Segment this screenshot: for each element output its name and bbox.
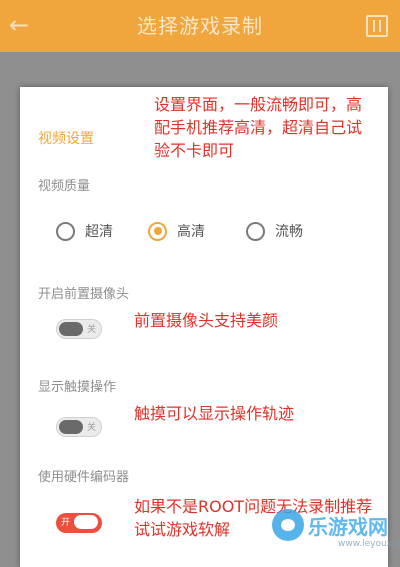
front-camera-label: 开启前置摄像头 (38, 287, 130, 302)
toggle-knob (59, 322, 83, 336)
video-quality-label: 视频质量 (38, 179, 91, 194)
quality-option-smooth[interactable]: 流畅 (246, 219, 303, 243)
annotation-camera-note: 前置摄像头支持美颜 (134, 311, 279, 330)
quality-option-label: 超清 (85, 224, 113, 240)
toggle-knob (74, 515, 98, 529)
toggle-state-text: 关 (86, 423, 96, 433)
quality-option-label: 流畅 (275, 224, 303, 240)
touch-display-label: 显示触摸操作 (38, 380, 117, 395)
quality-option-high[interactable]: 高清 (148, 219, 205, 243)
annotation-settings-note: 设置界面，一般流畅即可，高配手机推荐高清，超清自己试验不卡即可 (154, 95, 363, 160)
front-camera-toggle[interactable]: 关 (56, 319, 102, 339)
quality-option-label: 高清 (177, 224, 205, 240)
page-title: 选择游戏录制 (137, 14, 263, 38)
watermark-url: www.leyouxi.net (338, 539, 400, 549)
grid-icon[interactable] (366, 15, 388, 37)
toggle-state-text: 关 (86, 325, 96, 335)
video-settings-dialog: 视频设置 视频质量 超清 高清 流畅 开启前置摄像头 关 显示触摸操作 关 使用… (20, 87, 388, 567)
touch-display-toggle[interactable]: 关 (56, 417, 102, 437)
toggle-knob (59, 420, 83, 434)
annotation-touch-note: 触摸可以显示操作轨迹 (134, 404, 295, 423)
radio-selected-icon (148, 221, 167, 241)
toggle-state-text: 开 (61, 518, 71, 528)
hardware-encoder-label: 使用硬件编码器 (38, 470, 130, 485)
radio-unselected-icon (246, 221, 265, 241)
site-watermark: 乐游戏网 www.leyouxi.net (272, 505, 400, 555)
section-title-video-settings: 视频设置 (38, 131, 94, 147)
quality-option-ultra[interactable]: 超清 (56, 219, 113, 243)
top-app-bar: ← 选择游戏录制 (0, 0, 400, 52)
mascot-logo-icon (272, 509, 304, 541)
radio-unselected-icon (56, 221, 75, 241)
watermark-name: 乐游戏网 (308, 515, 388, 539)
hardware-encoder-toggle[interactable]: 开 (56, 513, 102, 533)
